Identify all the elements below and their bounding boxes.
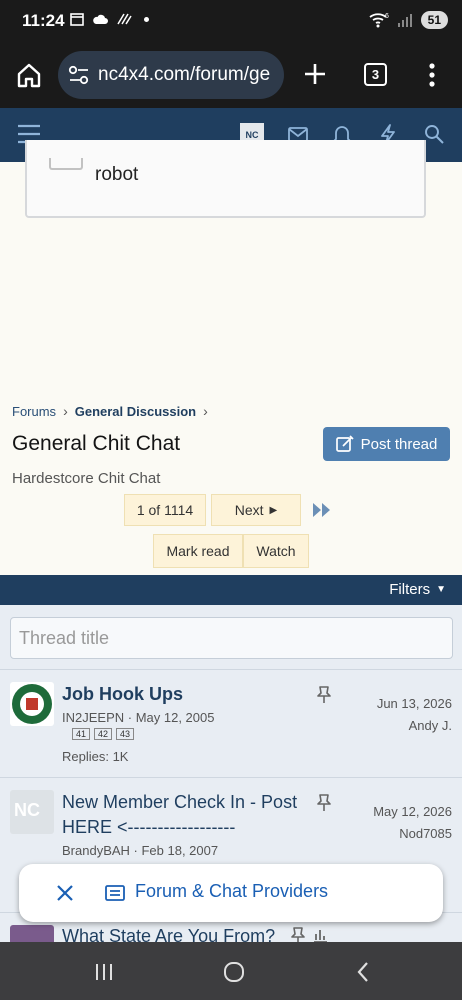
page-link[interactable]: 42 xyxy=(94,728,113,740)
avatar[interactable] xyxy=(10,682,54,726)
page-title: General Chit Chat xyxy=(12,432,181,455)
thread-meta: BrandyBAH · Feb 18, 2007 xyxy=(62,843,219,858)
overflow-menu-icon[interactable] xyxy=(420,60,444,90)
filters-bar: Filters ▼ xyxy=(0,575,462,605)
thread-author[interactable]: BrandyBAH xyxy=(62,843,130,858)
captcha-widget: robot xyxy=(25,140,426,218)
site-settings-icon[interactable] xyxy=(68,65,90,85)
svg-text:NC: NC xyxy=(14,800,40,820)
recent-apps-icon[interactable] xyxy=(92,960,116,984)
caret-right-icon: ▶ xyxy=(269,504,278,516)
thread-author[interactable]: IN2JEEPN xyxy=(62,710,124,725)
data-saver-icon xyxy=(117,13,132,25)
new-tab-button[interactable] xyxy=(300,59,330,89)
page-jump-button[interactable]: 1 of 1114 xyxy=(124,494,206,526)
last-post-date: May 12, 2026 xyxy=(373,804,452,819)
chevron-right-icon: › xyxy=(203,403,208,419)
watch-button[interactable]: Watch xyxy=(243,534,309,568)
status-notification-icons xyxy=(70,12,149,26)
captcha-checkbox[interactable] xyxy=(49,158,83,170)
plus-icon xyxy=(305,64,325,84)
dot-icon xyxy=(144,16,149,22)
page-link[interactable]: 41 xyxy=(72,728,91,740)
system-navigation-bar xyxy=(0,942,462,1000)
thread-title[interactable]: Job Hook Ups xyxy=(62,682,183,707)
thread-start-date: May 12, 2005 xyxy=(135,710,215,725)
edit-icon xyxy=(335,435,354,452)
providers-link[interactable]: Forum & Chat Providers xyxy=(135,881,328,902)
svg-text:6: 6 xyxy=(385,13,389,20)
thread-last-activity: Jun 13, 2026 Andy J. xyxy=(377,693,452,737)
address-bar[interactable]: nc4x4.com/forum/ge xyxy=(58,51,284,99)
browser-toolbar: nc4x4.com/forum/ge 3 xyxy=(0,42,462,108)
calendar-icon xyxy=(70,13,84,26)
avatar[interactable]: NC xyxy=(10,790,54,834)
filters-button[interactable]: Filters ▼ xyxy=(389,581,446,598)
last-page-icon[interactable] xyxy=(310,500,334,520)
thread-start-date: Feb 18, 2007 xyxy=(141,843,219,858)
home-icon[interactable] xyxy=(14,60,44,90)
mark-read-button[interactable]: Mark read xyxy=(153,534,243,568)
url-text: nc4x4.com/forum/ge xyxy=(98,64,271,85)
search-icon[interactable] xyxy=(423,123,445,145)
thread-last-activity: May 12, 2026 Nod7085 xyxy=(373,801,452,845)
status-time: 11:24 xyxy=(22,11,65,30)
pin-icon xyxy=(317,686,331,703)
status-right-icons: 6 51 xyxy=(369,11,448,29)
thread-title[interactable]: New Member Check In - Post HERE <-------… xyxy=(62,790,297,840)
breadcrumb-general-discussion[interactable]: General Discussion xyxy=(75,404,196,419)
breadcrumb-forums[interactable]: Forums xyxy=(12,404,56,419)
page-link[interactable]: 43 xyxy=(116,728,135,740)
providers-icon xyxy=(105,885,125,901)
next-page-button[interactable]: Next ▶ xyxy=(211,494,301,526)
wifi-icon: 6 xyxy=(369,13,389,28)
last-post-date: Jun 13, 2026 xyxy=(376,696,452,711)
thread-page-links: 41 42 43 xyxy=(72,728,135,740)
chevron-right-icon: › xyxy=(63,403,68,419)
battery-indicator: 51 xyxy=(420,11,448,29)
next-label: Next xyxy=(234,502,264,518)
post-thread-button[interactable]: Post thread xyxy=(323,427,450,461)
home-nav-icon[interactable] xyxy=(222,960,246,984)
filters-label: Filters xyxy=(389,581,431,598)
status-bar: 11:24 6 51 xyxy=(0,0,462,42)
close-icon[interactable] xyxy=(55,883,75,903)
thread-meta: IN2JEEPN · May 12, 2005 xyxy=(62,710,215,725)
back-icon[interactable] xyxy=(352,960,376,984)
forum-subtitle: Hardestcore Chit Chat xyxy=(12,470,161,487)
last-post-user[interactable]: Andy J. xyxy=(377,715,452,737)
thread-replies: Replies: 1K xyxy=(62,749,129,764)
thread-title-filter-input[interactable]: Thread title xyxy=(10,617,453,659)
breadcrumb: Forums › General Discussion › xyxy=(12,403,208,419)
post-thread-label: Post thread xyxy=(360,435,438,453)
bottom-sheet-banner: Forum & Chat Providers xyxy=(19,864,443,922)
last-post-user[interactable]: Nod7085 xyxy=(373,823,452,845)
pin-icon xyxy=(317,794,331,811)
signal-icon xyxy=(397,13,412,27)
poll-icon xyxy=(314,930,327,943)
caret-down-icon: ▼ xyxy=(436,584,446,595)
tabs-button[interactable]: 3 xyxy=(364,63,387,86)
cloud-icon xyxy=(93,14,108,24)
thread-row[interactable]: Job Hook Ups IN2JEEPN · May 12, 2005 41 … xyxy=(0,669,462,777)
captcha-label: robot xyxy=(95,164,139,185)
